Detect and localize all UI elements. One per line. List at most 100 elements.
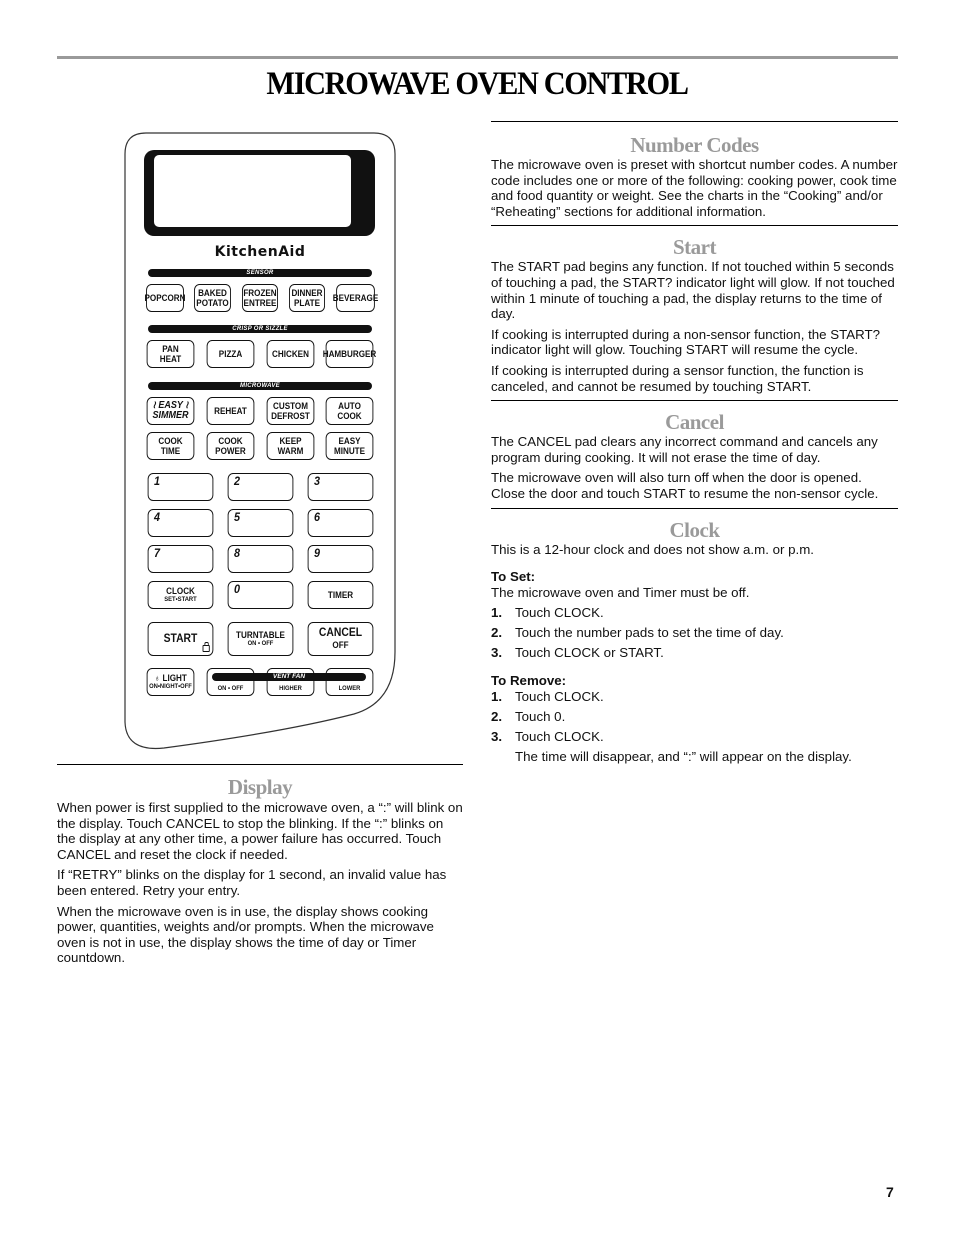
key-2[interactable]: 2 [227, 473, 294, 501]
step-number: 3. [491, 645, 503, 661]
list-item: 2. Touch the number pads to set the time … [491, 625, 898, 641]
key-label: SIMMER [152, 410, 189, 421]
section-display: Display When power is first supplied to … [57, 764, 463, 971]
list-item: 2. Touch 0. [491, 709, 898, 725]
key-label: HEAT [159, 354, 182, 364]
key-label-text: LIGHT [162, 673, 187, 683]
key-label: REHEAT [214, 406, 247, 416]
key-turntable[interactable]: TURNTABLE ON • OFF [227, 622, 294, 656]
light-bulb-icon: ♁ [154, 673, 163, 683]
key-reheat[interactable]: REHEAT [206, 397, 255, 425]
key-label: 9 [313, 546, 320, 560]
key-label: WARM [277, 446, 304, 456]
section-rule [491, 225, 898, 227]
step-note: The time will disappear, and “:” will ap… [515, 749, 852, 765]
lock-icon [202, 642, 210, 652]
key-timer[interactable]: TIMER [307, 581, 374, 609]
key-label: 3 [313, 474, 320, 488]
key-hamburger[interactable]: HAMBURGER [322, 340, 377, 368]
key-auto-cook[interactable]: AUTO COOK [325, 397, 374, 425]
list-item: 1. Touch CLOCK. [491, 689, 898, 705]
key-chicken[interactable]: CHICKEN [266, 340, 315, 368]
list-item: 3. Touch CLOCK or START. [491, 645, 898, 661]
section-title: Display [227, 775, 293, 799]
key-easy-minute[interactable]: EASY MINUTE [325, 432, 374, 460]
key-label: 1 [153, 474, 160, 488]
key-label: HIGHER [279, 685, 302, 692]
paragraph: The microwave oven and Timer must be off… [491, 585, 750, 601]
page-number: 7 [886, 1184, 894, 1200]
key-pizza[interactable]: PIZZA [206, 340, 255, 368]
paragraph: The START pad begins any function. If no… [491, 259, 895, 322]
paragraph: This is a 12-hour clock and does not sho… [491, 541, 814, 557]
step-text: Touch CLOCK. [515, 604, 604, 620]
key-keep-warm[interactable]: KEEP WARM [266, 432, 315, 460]
section-cancel: Cancel The CANCEL pad clears any incorre… [491, 400, 898, 501]
key-label: 7 [153, 546, 160, 560]
key-label: ON • OFF [217, 685, 244, 692]
key-label: AUTO [338, 401, 361, 411]
key-label: CANCEL [318, 627, 363, 639]
key-label: 4 [153, 510, 160, 524]
key-label: PIZZA [218, 349, 243, 359]
key-7[interactable]: 7 [147, 545, 214, 573]
section-title: Number Codes [630, 133, 759, 157]
right-column: Number Codes The microwave oven is prese… [491, 121, 898, 765]
key-frozen-entree[interactable]: FROZEN ENTREE [242, 284, 278, 312]
key-label: POWER [215, 446, 246, 456]
key-4[interactable]: 4 [147, 509, 214, 537]
key-label: TIMER [327, 590, 354, 600]
section-rule [57, 764, 463, 765]
section-title: Cancel [665, 410, 724, 435]
step-text: Touch the number pads to set the time of… [515, 624, 784, 640]
key-custom-defrost[interactable]: CUSTOM DEFROST [266, 397, 315, 425]
key-popcorn[interactable]: POPCORN [145, 284, 185, 312]
key-cook-power[interactable]: COOK POWER [206, 432, 255, 460]
key-label: TIME [160, 446, 181, 456]
key-label: 5 [233, 510, 240, 524]
section-rule [491, 121, 898, 122]
key-label: POTATO [196, 298, 229, 308]
subheading-to-remove: To Remove: [491, 672, 567, 688]
key-9[interactable]: 9 [307, 545, 374, 573]
key-sublabel: ON•NIGHT•OFF [149, 683, 192, 690]
key-pan-heat[interactable]: PAN HEAT [146, 340, 195, 368]
section-start: Start The START pad begins any function.… [491, 225, 898, 394]
step-number: 2. [491, 624, 503, 640]
section-number-codes: Number Codes The microwave oven is prese… [491, 121, 898, 219]
top-rule [57, 56, 898, 59]
key-6[interactable]: 6 [307, 509, 374, 537]
key-clock[interactable]: CLOCK SET•START [147, 581, 214, 609]
key-cook-time[interactable]: COOK TIME [146, 432, 195, 460]
lcd-display-frame [144, 150, 375, 236]
key-label: DEFROST [271, 411, 310, 421]
key-label: KEEP [279, 436, 302, 446]
key-8[interactable]: 8 [227, 545, 294, 573]
key-label: ♁ LIGHT [154, 673, 187, 683]
key-beverage[interactable]: BEVERAGE [333, 284, 378, 312]
key-cancel[interactable]: CANCEL OFF [307, 622, 374, 656]
paragraph: If “RETRY” blinks on the display for 1 s… [57, 867, 447, 898]
keypad-illustration: KitchenAid SENSOR CRISP OR SIZZLE MICROW… [124, 132, 396, 750]
key-start[interactable]: START [147, 622, 214, 656]
key-5[interactable]: 5 [227, 509, 294, 537]
key-easy-simmer[interactable]: ≀ EASY ≀ SIMMER [146, 397, 195, 425]
key-sublabel: SET•START [164, 596, 197, 603]
key-label: CLOCK [166, 586, 195, 596]
key-label: PAN [162, 344, 179, 354]
step-text: Touch CLOCK or START. [515, 645, 664, 661]
band-microwave: MICROWAVE [148, 382, 372, 390]
key-label: EASY [338, 436, 361, 446]
section-clock: Clock This is a 12-hour clock and does n… [491, 507, 898, 765]
key-label: START [163, 633, 198, 645]
band-sensor: SENSOR [148, 269, 372, 277]
paragraph: If cooking is interrupted during a senso… [491, 362, 864, 394]
key-3[interactable]: 3 [307, 473, 374, 501]
key-label: HAMBURGER [322, 349, 377, 359]
key-label: 2 [233, 474, 240, 488]
key-baked-potato[interactable]: BAKED POTATO [194, 284, 231, 312]
key-0[interactable]: 0 [227, 581, 294, 609]
key-dinner-plate[interactable]: DINNER PLATE [289, 284, 325, 312]
key-light[interactable]: ♁ LIGHT ON•NIGHT•OFF [146, 668, 195, 696]
key-1[interactable]: 1 [147, 473, 214, 501]
